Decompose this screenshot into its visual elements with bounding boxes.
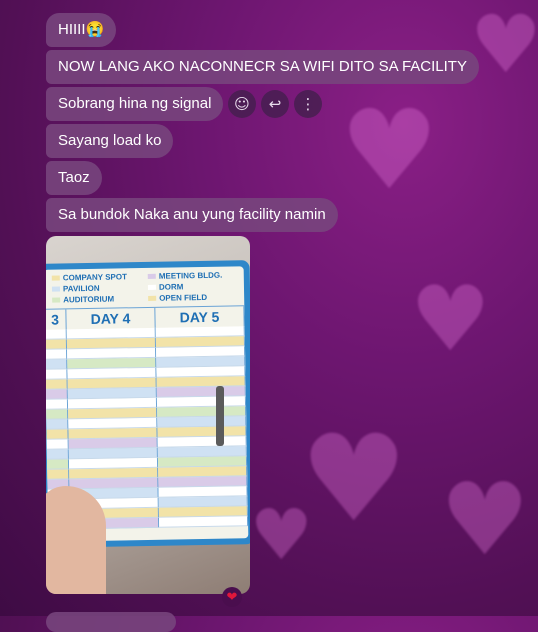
message-actions: ☺ ↩ ⋮ [228,90,322,118]
background-heart-decoration: ♥ [470,0,538,91]
message-bubble[interactable] [46,612,176,632]
lanyard-clip [216,386,224,446]
message-bubble[interactable]: Taoz [46,161,102,195]
more-icon[interactable]: ⋮ [294,90,322,118]
background-heart-decoration: ♥ [250,494,313,576]
message-bubble[interactable]: HIIII😭 [46,13,117,47]
schedule-legend: COMPANY SPOT MEETING BLDG. PAVILION DORM… [46,266,244,308]
background-heart-decoration: ♥ [340,86,439,214]
heart-reaction-icon[interactable]: ❤ [222,587,242,607]
message-bubble[interactable]: Sobrang hina ng signal [46,87,224,121]
photo-message[interactable]: COMPANY SPOT MEETING BLDG. PAVILION DORM… [46,236,250,594]
smiley-icon[interactable]: ☺ [228,90,256,118]
background-heart-decoration: ♥ [300,410,408,549]
background-heart-decoration: ♥ [410,267,491,372]
reply-icon[interactable]: ↩ [261,90,289,118]
message-bubble[interactable]: Sayang load ko [46,124,174,158]
message-bubble[interactable]: NOW LANG AKO NACONNECR SA WIFI DITO SA F… [46,50,479,84]
background-heart-decoration: ♥ [440,461,530,578]
hand [46,486,106,594]
message-bubble[interactable]: Sa bundok Naka anu yung facility namin [46,198,338,232]
